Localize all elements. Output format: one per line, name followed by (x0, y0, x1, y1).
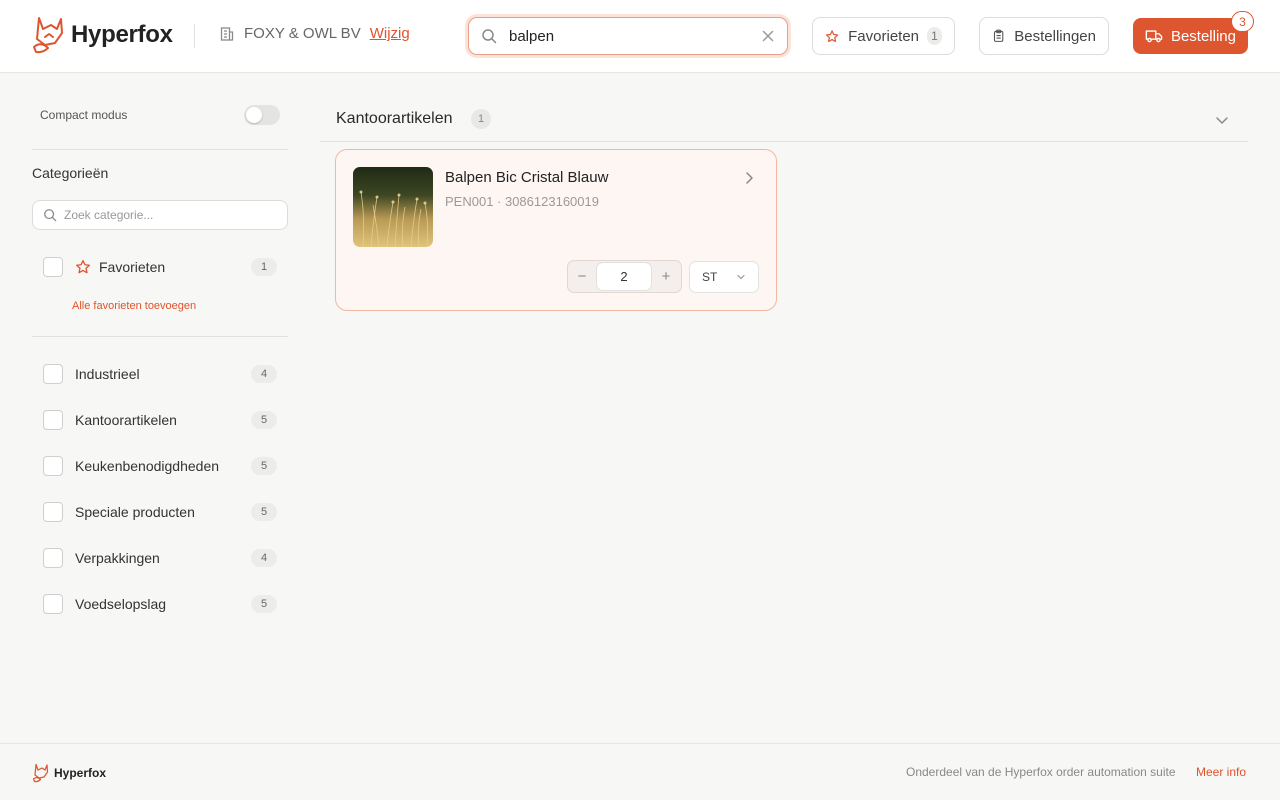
orders-button-label: Bestellingen (1014, 27, 1096, 45)
favorites-button-label: Favorieten (848, 27, 920, 45)
category-section-header[interactable]: Kantoorartikelen 1 (320, 104, 1248, 142)
quantity-stepper: − + (567, 260, 682, 293)
sidebar-item-industrieel[interactable]: Industrieel 4 (43, 363, 277, 385)
compact-mode-row: Compact modus (40, 104, 280, 126)
increase-quantity-button[interactable]: + (652, 268, 680, 285)
categories-title: Categorieën (32, 165, 109, 181)
category-checkbox[interactable] (43, 502, 63, 522)
sidebar-item-count: 5 (251, 595, 277, 613)
category-checkbox[interactable] (43, 364, 63, 384)
sidebar-item-count: 4 (251, 365, 277, 383)
compact-mode-label: Compact modus (40, 108, 128, 122)
product-sku: PEN001 · 3086123160019 (445, 194, 599, 209)
footer: Hyperfox Onderdeel van de Hyperfox order… (0, 743, 1280, 800)
footer-brand-name: Hyperfox (54, 766, 107, 780)
compact-mode-toggle[interactable] (244, 105, 280, 125)
sidebar-item-label: Verpakkingen (75, 550, 160, 566)
quantity-input[interactable] (596, 262, 652, 291)
clear-search-icon[interactable] (761, 29, 775, 43)
category-checkbox[interactable] (43, 594, 63, 614)
company-name: FOXY & OWL BV (244, 25, 361, 42)
change-company-link[interactable]: Wijzig (370, 25, 410, 42)
more-info-link[interactable]: Meer info (1196, 765, 1246, 779)
header-divider (194, 24, 195, 48)
decrease-quantity-button[interactable]: − (568, 268, 596, 285)
sidebar-item-label: Favorieten (99, 259, 166, 275)
category-search (32, 200, 288, 230)
sidebar-item-keukenbenodigdheden[interactable]: Keukenbenodigdheden 5 (43, 455, 277, 477)
chevron-down-icon[interactable] (1214, 112, 1230, 128)
section-title: Kantoorartikelen (336, 110, 453, 127)
sidebar-item-label: Speciale producten (75, 504, 195, 520)
star-icon (825, 29, 839, 42)
search-icon (44, 209, 57, 222)
sidebar-item-speciale-producten[interactable]: Speciale producten 5 (43, 501, 277, 523)
order-button-label: Bestelling (1170, 27, 1236, 45)
unit-select-value: ST (702, 270, 718, 284)
category-checkbox[interactable] (43, 548, 63, 568)
unit-select[interactable]: ST (689, 261, 759, 293)
star-icon (76, 260, 90, 274)
orders-button[interactable]: Bestellingen (979, 17, 1109, 55)
sidebar-item-count: 4 (251, 549, 277, 567)
sidebar-item-count: 5 (251, 457, 277, 475)
favorites-checkbox[interactable] (43, 257, 63, 277)
section-count-badge: 1 (471, 109, 491, 129)
brand-name: Hyperfox (71, 21, 173, 48)
sidebar-item-count: 1 (251, 258, 277, 276)
sidebar-item-kantoorartikelen[interactable]: Kantoorartikelen 5 (43, 409, 277, 431)
search-icon (482, 29, 497, 44)
sidebar-item-count: 5 (251, 411, 277, 429)
product-search (468, 17, 788, 55)
category-checkbox[interactable] (43, 456, 63, 476)
sidebar-divider (32, 336, 288, 337)
product-card[interactable]: Balpen Bic Cristal Blauw PEN001 · 308612… (335, 149, 777, 311)
category-search-input[interactable] (64, 208, 264, 222)
chevron-down-icon (737, 274, 745, 280)
sidebar-item-label: Keukenbenodigdheden (75, 458, 220, 474)
fox-logo-icon (33, 17, 63, 54)
clipboard-icon (993, 29, 1004, 42)
brand-logo[interactable]: Hyperfox (31, 15, 173, 55)
add-all-favorites-link[interactable]: Alle favorieten toevoegen (72, 300, 196, 312)
truck-icon (1145, 30, 1163, 43)
category-checkbox[interactable] (43, 410, 63, 430)
chevron-right-icon[interactable] (741, 170, 757, 186)
sidebar-divider (32, 149, 288, 150)
product-name: Balpen Bic Cristal Blauw (445, 169, 609, 186)
sidebar-item-voedselopslag[interactable]: Voedselopslag 5 (43, 593, 277, 615)
product-image (353, 167, 433, 247)
sidebar-item-favorites[interactable]: Favorieten 1 (43, 256, 277, 278)
company-selector: FOXY & OWL BV Wijzig (219, 25, 410, 42)
sidebar-item-count: 5 (251, 503, 277, 521)
toggle-knob (246, 107, 262, 123)
favorites-button[interactable]: Favorieten 1 (812, 17, 955, 55)
order-count-badge: 3 (1231, 11, 1254, 32)
sidebar-item-label: Industrieel (75, 366, 140, 382)
sidebar-item-label: Kantoorartikelen (75, 412, 177, 428)
footer-logo: Hyperfox (32, 763, 106, 783)
top-bar: Hyperfox FOXY & OWL BV Wijzig Favorieten… (0, 0, 1280, 73)
sidebar-item-verpakkingen[interactable]: Verpakkingen 4 (43, 547, 277, 569)
fox-logo-icon (32, 763, 49, 783)
search-input[interactable] (509, 27, 749, 45)
favorites-count-badge: 1 (927, 27, 942, 45)
building-icon (220, 26, 234, 41)
sidebar-item-label: Voedselopslag (75, 596, 167, 612)
footer-text: Onderdeel van de Hyperfox order automati… (906, 765, 1176, 779)
